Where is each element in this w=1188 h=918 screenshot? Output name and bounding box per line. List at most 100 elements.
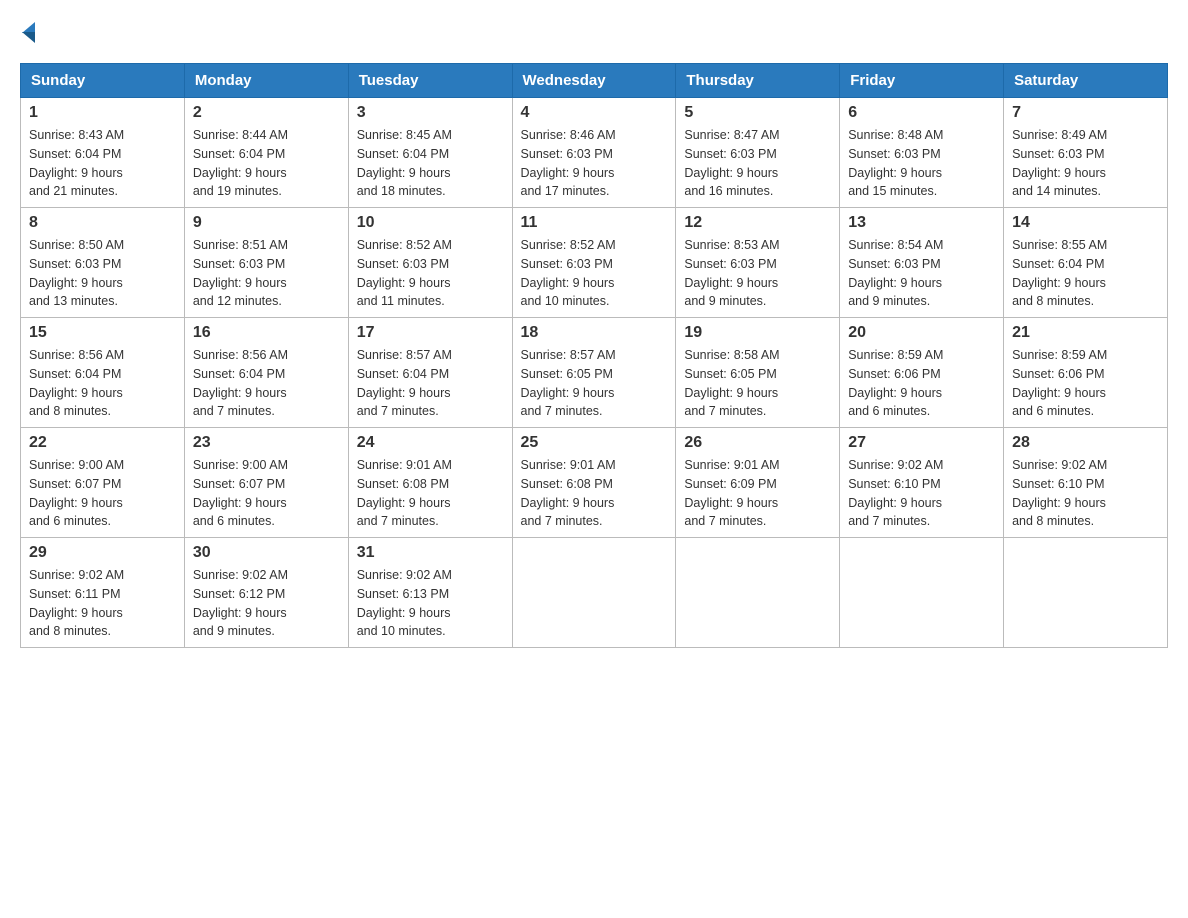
- calendar-day-23: 23 Sunrise: 9:00 AMSunset: 6:07 PMDaylig…: [184, 428, 348, 538]
- day-info: Sunrise: 9:01 AMSunset: 6:08 PMDaylight:…: [357, 458, 452, 528]
- calendar-week-5: 29 Sunrise: 9:02 AMSunset: 6:11 PMDaylig…: [21, 538, 1168, 648]
- calendar-day-30: 30 Sunrise: 9:02 AMSunset: 6:12 PMDaylig…: [184, 538, 348, 648]
- day-number: 7: [1012, 104, 1159, 122]
- empty-cell: [676, 538, 840, 648]
- column-header-sunday: Sunday: [21, 64, 185, 98]
- day-info: Sunrise: 8:59 AMSunset: 6:06 PMDaylight:…: [848, 348, 943, 418]
- calendar-day-17: 17 Sunrise: 8:57 AMSunset: 6:04 PMDaylig…: [348, 318, 512, 428]
- day-number: 30: [193, 544, 340, 562]
- day-info: Sunrise: 9:01 AMSunset: 6:08 PMDaylight:…: [521, 458, 616, 528]
- column-header-wednesday: Wednesday: [512, 64, 676, 98]
- day-number: 9: [193, 214, 340, 232]
- day-info: Sunrise: 9:02 AMSunset: 6:12 PMDaylight:…: [193, 568, 288, 638]
- day-number: 27: [848, 434, 995, 452]
- day-number: 16: [193, 324, 340, 342]
- day-info: Sunrise: 8:52 AMSunset: 6:03 PMDaylight:…: [521, 238, 616, 308]
- day-info: Sunrise: 9:02 AMSunset: 6:10 PMDaylight:…: [1012, 458, 1107, 528]
- empty-cell: [1004, 538, 1168, 648]
- calendar-day-13: 13 Sunrise: 8:54 AMSunset: 6:03 PMDaylig…: [840, 208, 1004, 318]
- day-number: 8: [29, 214, 176, 232]
- day-number: 6: [848, 104, 995, 122]
- column-header-tuesday: Tuesday: [348, 64, 512, 98]
- calendar-day-21: 21 Sunrise: 8:59 AMSunset: 6:06 PMDaylig…: [1004, 318, 1168, 428]
- calendar-week-3: 15 Sunrise: 8:56 AMSunset: 6:04 PMDaylig…: [21, 318, 1168, 428]
- day-number: 28: [1012, 434, 1159, 452]
- day-number: 12: [684, 214, 831, 232]
- calendar-day-22: 22 Sunrise: 9:00 AMSunset: 6:07 PMDaylig…: [21, 428, 185, 538]
- day-number: 20: [848, 324, 995, 342]
- calendar-day-27: 27 Sunrise: 9:02 AMSunset: 6:10 PMDaylig…: [840, 428, 1004, 538]
- day-number: 3: [357, 104, 504, 122]
- day-info: Sunrise: 8:55 AMSunset: 6:04 PMDaylight:…: [1012, 238, 1107, 308]
- calendar-day-9: 9 Sunrise: 8:51 AMSunset: 6:03 PMDayligh…: [184, 208, 348, 318]
- column-header-saturday: Saturday: [1004, 64, 1168, 98]
- calendar-day-29: 29 Sunrise: 9:02 AMSunset: 6:11 PMDaylig…: [21, 538, 185, 648]
- day-number: 29: [29, 544, 176, 562]
- day-number: 23: [193, 434, 340, 452]
- calendar-day-2: 2 Sunrise: 8:44 AMSunset: 6:04 PMDayligh…: [184, 98, 348, 208]
- calendar-day-24: 24 Sunrise: 9:01 AMSunset: 6:08 PMDaylig…: [348, 428, 512, 538]
- calendar-day-7: 7 Sunrise: 8:49 AMSunset: 6:03 PMDayligh…: [1004, 98, 1168, 208]
- day-number: 15: [29, 324, 176, 342]
- column-header-monday: Monday: [184, 64, 348, 98]
- day-info: Sunrise: 8:46 AMSunset: 6:03 PMDaylight:…: [521, 128, 616, 198]
- page-header: [20, 20, 1168, 43]
- day-info: Sunrise: 8:48 AMSunset: 6:03 PMDaylight:…: [848, 128, 943, 198]
- day-info: Sunrise: 8:50 AMSunset: 6:03 PMDaylight:…: [29, 238, 124, 308]
- day-info: Sunrise: 8:56 AMSunset: 6:04 PMDaylight:…: [29, 348, 124, 418]
- day-number: 10: [357, 214, 504, 232]
- day-info: Sunrise: 9:02 AMSunset: 6:11 PMDaylight:…: [29, 568, 124, 638]
- calendar-table: SundayMondayTuesdayWednesdayThursdayFrid…: [20, 63, 1168, 648]
- calendar-day-5: 5 Sunrise: 8:47 AMSunset: 6:03 PMDayligh…: [676, 98, 840, 208]
- calendar-day-15: 15 Sunrise: 8:56 AMSunset: 6:04 PMDaylig…: [21, 318, 185, 428]
- column-header-friday: Friday: [840, 64, 1004, 98]
- empty-cell: [512, 538, 676, 648]
- day-number: 25: [521, 434, 668, 452]
- day-number: 11: [521, 214, 668, 232]
- day-info: Sunrise: 8:54 AMSunset: 6:03 PMDaylight:…: [848, 238, 943, 308]
- day-number: 14: [1012, 214, 1159, 232]
- day-info: Sunrise: 9:01 AMSunset: 6:09 PMDaylight:…: [684, 458, 779, 528]
- day-number: 17: [357, 324, 504, 342]
- column-header-thursday: Thursday: [676, 64, 840, 98]
- calendar-week-1: 1 Sunrise: 8:43 AMSunset: 6:04 PMDayligh…: [21, 98, 1168, 208]
- day-number: 18: [521, 324, 668, 342]
- day-number: 19: [684, 324, 831, 342]
- logo[interactable]: [20, 20, 35, 43]
- calendar-day-10: 10 Sunrise: 8:52 AMSunset: 6:03 PMDaylig…: [348, 208, 512, 318]
- calendar-day-25: 25 Sunrise: 9:01 AMSunset: 6:08 PMDaylig…: [512, 428, 676, 538]
- calendar-day-19: 19 Sunrise: 8:58 AMSunset: 6:05 PMDaylig…: [676, 318, 840, 428]
- calendar-day-18: 18 Sunrise: 8:57 AMSunset: 6:05 PMDaylig…: [512, 318, 676, 428]
- empty-cell: [840, 538, 1004, 648]
- calendar-day-11: 11 Sunrise: 8:52 AMSunset: 6:03 PMDaylig…: [512, 208, 676, 318]
- day-number: 4: [521, 104, 668, 122]
- calendar-day-20: 20 Sunrise: 8:59 AMSunset: 6:06 PMDaylig…: [840, 318, 1004, 428]
- calendar-day-28: 28 Sunrise: 9:02 AMSunset: 6:10 PMDaylig…: [1004, 428, 1168, 538]
- day-info: Sunrise: 8:49 AMSunset: 6:03 PMDaylight:…: [1012, 128, 1107, 198]
- day-number: 2: [193, 104, 340, 122]
- day-info: Sunrise: 8:44 AMSunset: 6:04 PMDaylight:…: [193, 128, 288, 198]
- calendar-header: SundayMondayTuesdayWednesdayThursdayFrid…: [21, 64, 1168, 98]
- day-number: 22: [29, 434, 176, 452]
- day-number: 26: [684, 434, 831, 452]
- calendar-week-2: 8 Sunrise: 8:50 AMSunset: 6:03 PMDayligh…: [21, 208, 1168, 318]
- calendar-day-4: 4 Sunrise: 8:46 AMSunset: 6:03 PMDayligh…: [512, 98, 676, 208]
- day-info: Sunrise: 8:56 AMSunset: 6:04 PMDaylight:…: [193, 348, 288, 418]
- day-number: 1: [29, 104, 176, 122]
- day-info: Sunrise: 8:51 AMSunset: 6:03 PMDaylight:…: [193, 238, 288, 308]
- day-info: Sunrise: 9:00 AMSunset: 6:07 PMDaylight:…: [193, 458, 288, 528]
- calendar-day-26: 26 Sunrise: 9:01 AMSunset: 6:09 PMDaylig…: [676, 428, 840, 538]
- day-number: 21: [1012, 324, 1159, 342]
- day-info: Sunrise: 8:57 AMSunset: 6:05 PMDaylight:…: [521, 348, 616, 418]
- day-info: Sunrise: 8:43 AMSunset: 6:04 PMDaylight:…: [29, 128, 124, 198]
- calendar-day-16: 16 Sunrise: 8:56 AMSunset: 6:04 PMDaylig…: [184, 318, 348, 428]
- calendar-day-6: 6 Sunrise: 8:48 AMSunset: 6:03 PMDayligh…: [840, 98, 1004, 208]
- day-info: Sunrise: 8:57 AMSunset: 6:04 PMDaylight:…: [357, 348, 452, 418]
- day-number: 13: [848, 214, 995, 232]
- day-number: 31: [357, 544, 504, 562]
- day-info: Sunrise: 8:52 AMSunset: 6:03 PMDaylight:…: [357, 238, 452, 308]
- calendar-day-3: 3 Sunrise: 8:45 AMSunset: 6:04 PMDayligh…: [348, 98, 512, 208]
- day-info: Sunrise: 8:47 AMSunset: 6:03 PMDaylight:…: [684, 128, 779, 198]
- day-info: Sunrise: 8:53 AMSunset: 6:03 PMDaylight:…: [684, 238, 779, 308]
- calendar-day-12: 12 Sunrise: 8:53 AMSunset: 6:03 PMDaylig…: [676, 208, 840, 318]
